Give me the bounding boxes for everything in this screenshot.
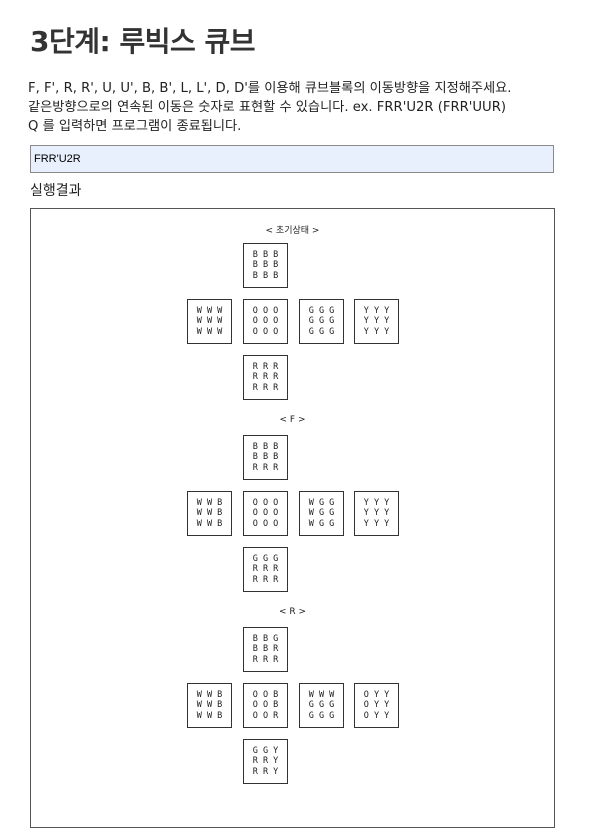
face-row: Y Y Y (363, 508, 390, 519)
face-row: W W W (196, 326, 223, 337)
instruction-line-3: Q 를 입력하면 프로그램이 종료됩니다. (28, 119, 242, 134)
face-row: Y Y Y (363, 497, 390, 508)
face-row: B B B (252, 260, 279, 271)
face-row: O O O (252, 316, 279, 327)
face-row: W G G (308, 508, 335, 519)
face-row: G G Y (252, 745, 279, 756)
face-row: W W B (196, 508, 223, 519)
cube-face-front: O O BO O BO O R (243, 683, 288, 728)
face-row: R R R (252, 574, 279, 585)
cube-face-back: Y Y YY Y YY Y Y (354, 299, 399, 344)
page: 3단계: 루빅스 큐브 F, F', R, R', U, U', B, B', … (0, 0, 593, 828)
face-row: Y Y Y (363, 305, 390, 316)
instructions: F, F', R, R', U, U', B, B', L, L', D, D'… (28, 79, 578, 136)
cube-face-up: B B GB B RR R R (243, 627, 288, 672)
face-row: G G G (252, 553, 279, 564)
face-row: G G G (308, 305, 335, 316)
face-row: G G G (308, 700, 335, 711)
face-row: O O O (252, 497, 279, 508)
cube-face-up: B B BB B BB B B (243, 243, 288, 288)
result-label: 실행결과 (30, 183, 82, 199)
face-row: R R R (252, 462, 279, 473)
face-row: O O O (252, 508, 279, 519)
face-row: B B B (252, 270, 279, 281)
face-row: R R Y (252, 756, 279, 767)
face-row: O O O (252, 326, 279, 337)
cube-face-left: W W BW W BW W B (187, 683, 232, 728)
face-row: Y Y Y (363, 326, 390, 337)
cube-face-right: W W WG G GG G G (299, 683, 344, 728)
command-input[interactable] (30, 145, 554, 173)
face-row: R R R (252, 361, 279, 372)
face-row: W W B (196, 518, 223, 529)
face-row: B B B (252, 441, 279, 452)
face-row: Y Y Y (363, 316, 390, 327)
face-row: O Y Y (363, 689, 390, 700)
face-row: G G G (308, 710, 335, 721)
face-row: B B B (252, 452, 279, 463)
face-row: R R R (252, 372, 279, 383)
face-row: O Y Y (363, 710, 390, 721)
face-row: O O B (252, 700, 279, 711)
instruction-line-1: F, F', R, R', U, U', B, B', L, L', D, D'… (28, 81, 512, 96)
face-row: R R Y (252, 766, 279, 777)
face-row: R R R (252, 654, 279, 665)
cube-face-down: G G GR R RR R R (243, 547, 288, 592)
face-row: B B R (252, 644, 279, 655)
cube-face-front: O O OO O OO O O (243, 299, 288, 344)
face-row: W W B (196, 700, 223, 711)
face-row: O O O (252, 305, 279, 316)
cube-face-right: G G GG G GG G G (299, 299, 344, 344)
face-row: B B G (252, 633, 279, 644)
face-row: O Y Y (363, 700, 390, 711)
cube-face-front: O O OO O OO O O (243, 491, 288, 536)
cube-face-down: R R RR R RR R R (243, 355, 288, 400)
face-row: G G G (308, 326, 335, 337)
face-row: W W W (196, 316, 223, 327)
page-title: 3단계: 루빅스 큐브 (30, 25, 256, 58)
face-row: O O O (252, 518, 279, 529)
face-row: G G G (308, 316, 335, 327)
face-row: W G G (308, 497, 335, 508)
face-row: W W W (308, 689, 335, 700)
step-label: < R > (278, 607, 307, 617)
face-row: W W B (196, 497, 223, 508)
step-label: < F > (279, 415, 306, 425)
result-output: < 초기상태 > B B BB B BB B BW W WW W WW W WO … (30, 208, 555, 828)
cube-face-back: O Y YO Y YO Y Y (354, 683, 399, 728)
cube-face-down: G G YR R YR R Y (243, 739, 288, 784)
cube-face-up: B B BB B BR R R (243, 435, 288, 480)
cube-face-left: W W WW W WW W W (187, 299, 232, 344)
face-row: B B B (252, 249, 279, 260)
face-row: Y Y Y (363, 518, 390, 529)
cube-face-right: W G GW G GW G G (299, 491, 344, 536)
instruction-line-2: 같은방향으로의 연속된 이동은 숫자로 표현할 수 있습니다. ex. FRR'… (28, 100, 507, 115)
face-row: O O B (252, 689, 279, 700)
step-label: < 초기상태 > (265, 226, 320, 236)
face-row: W G G (308, 518, 335, 529)
face-row: W W B (196, 710, 223, 721)
face-row: R R R (252, 382, 279, 393)
cube-face-back: Y Y YY Y YY Y Y (354, 491, 399, 536)
face-row: W W B (196, 689, 223, 700)
face-row: W W W (196, 305, 223, 316)
cube-face-left: W W BW W BW W B (187, 491, 232, 536)
face-row: O O R (252, 710, 279, 721)
face-row: R R R (252, 564, 279, 575)
